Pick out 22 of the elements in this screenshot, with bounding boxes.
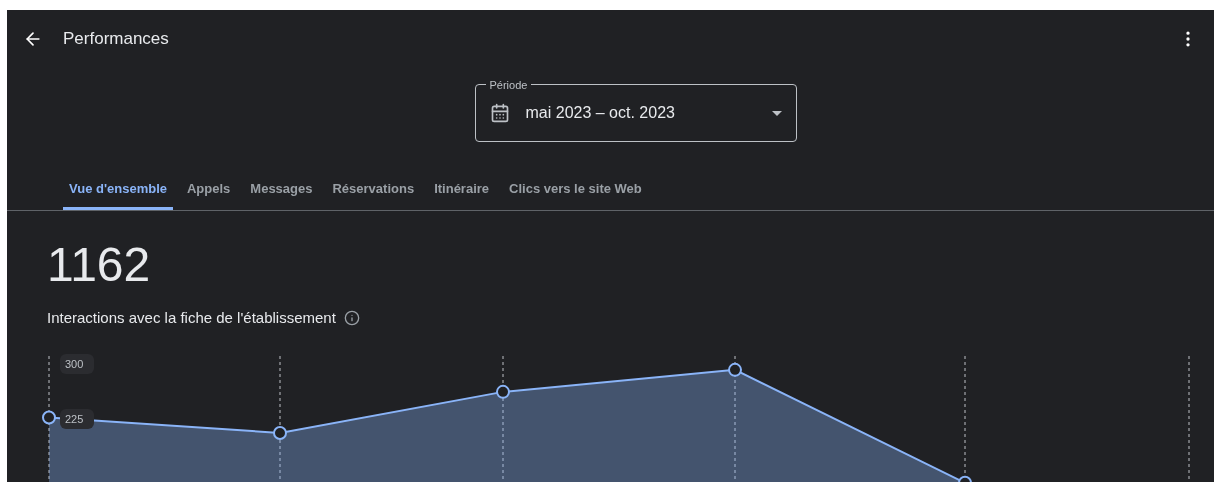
tab[interactable]: Réservations: [326, 170, 421, 210]
data-point[interactable]: [958, 475, 972, 482]
tab[interactable]: Clics vers le site Web: [503, 170, 648, 210]
tab[interactable]: Itinéraire: [428, 170, 496, 210]
total-value: 1162: [47, 237, 151, 293]
calendar-icon: [489, 103, 510, 123]
data-point[interactable]: [496, 384, 510, 399]
data-point[interactable]: [273, 425, 287, 440]
page-title: Performances: [63, 28, 169, 51]
tab[interactable]: Messages: [244, 170, 319, 210]
metric-caption: Interactions avec la fiche de l'établissement: [47, 308, 336, 328]
data-point[interactable]: [42, 410, 56, 425]
y-tick-label: 300: [65, 357, 84, 370]
info-icon[interactable]: [343, 310, 360, 327]
data-point[interactable]: [728, 362, 742, 377]
tab[interactable]: Vue d'ensemble: [63, 170, 173, 210]
tab[interactable]: Appels: [181, 170, 237, 210]
y-tick-label: 225: [60, 408, 94, 429]
dropdown-caret-icon: [771, 110, 782, 116]
y-tick-label: 225: [65, 412, 84, 425]
period-value: mai 2023 – oct. 2023: [525, 103, 675, 123]
y-tick-label: 300: [60, 353, 94, 374]
